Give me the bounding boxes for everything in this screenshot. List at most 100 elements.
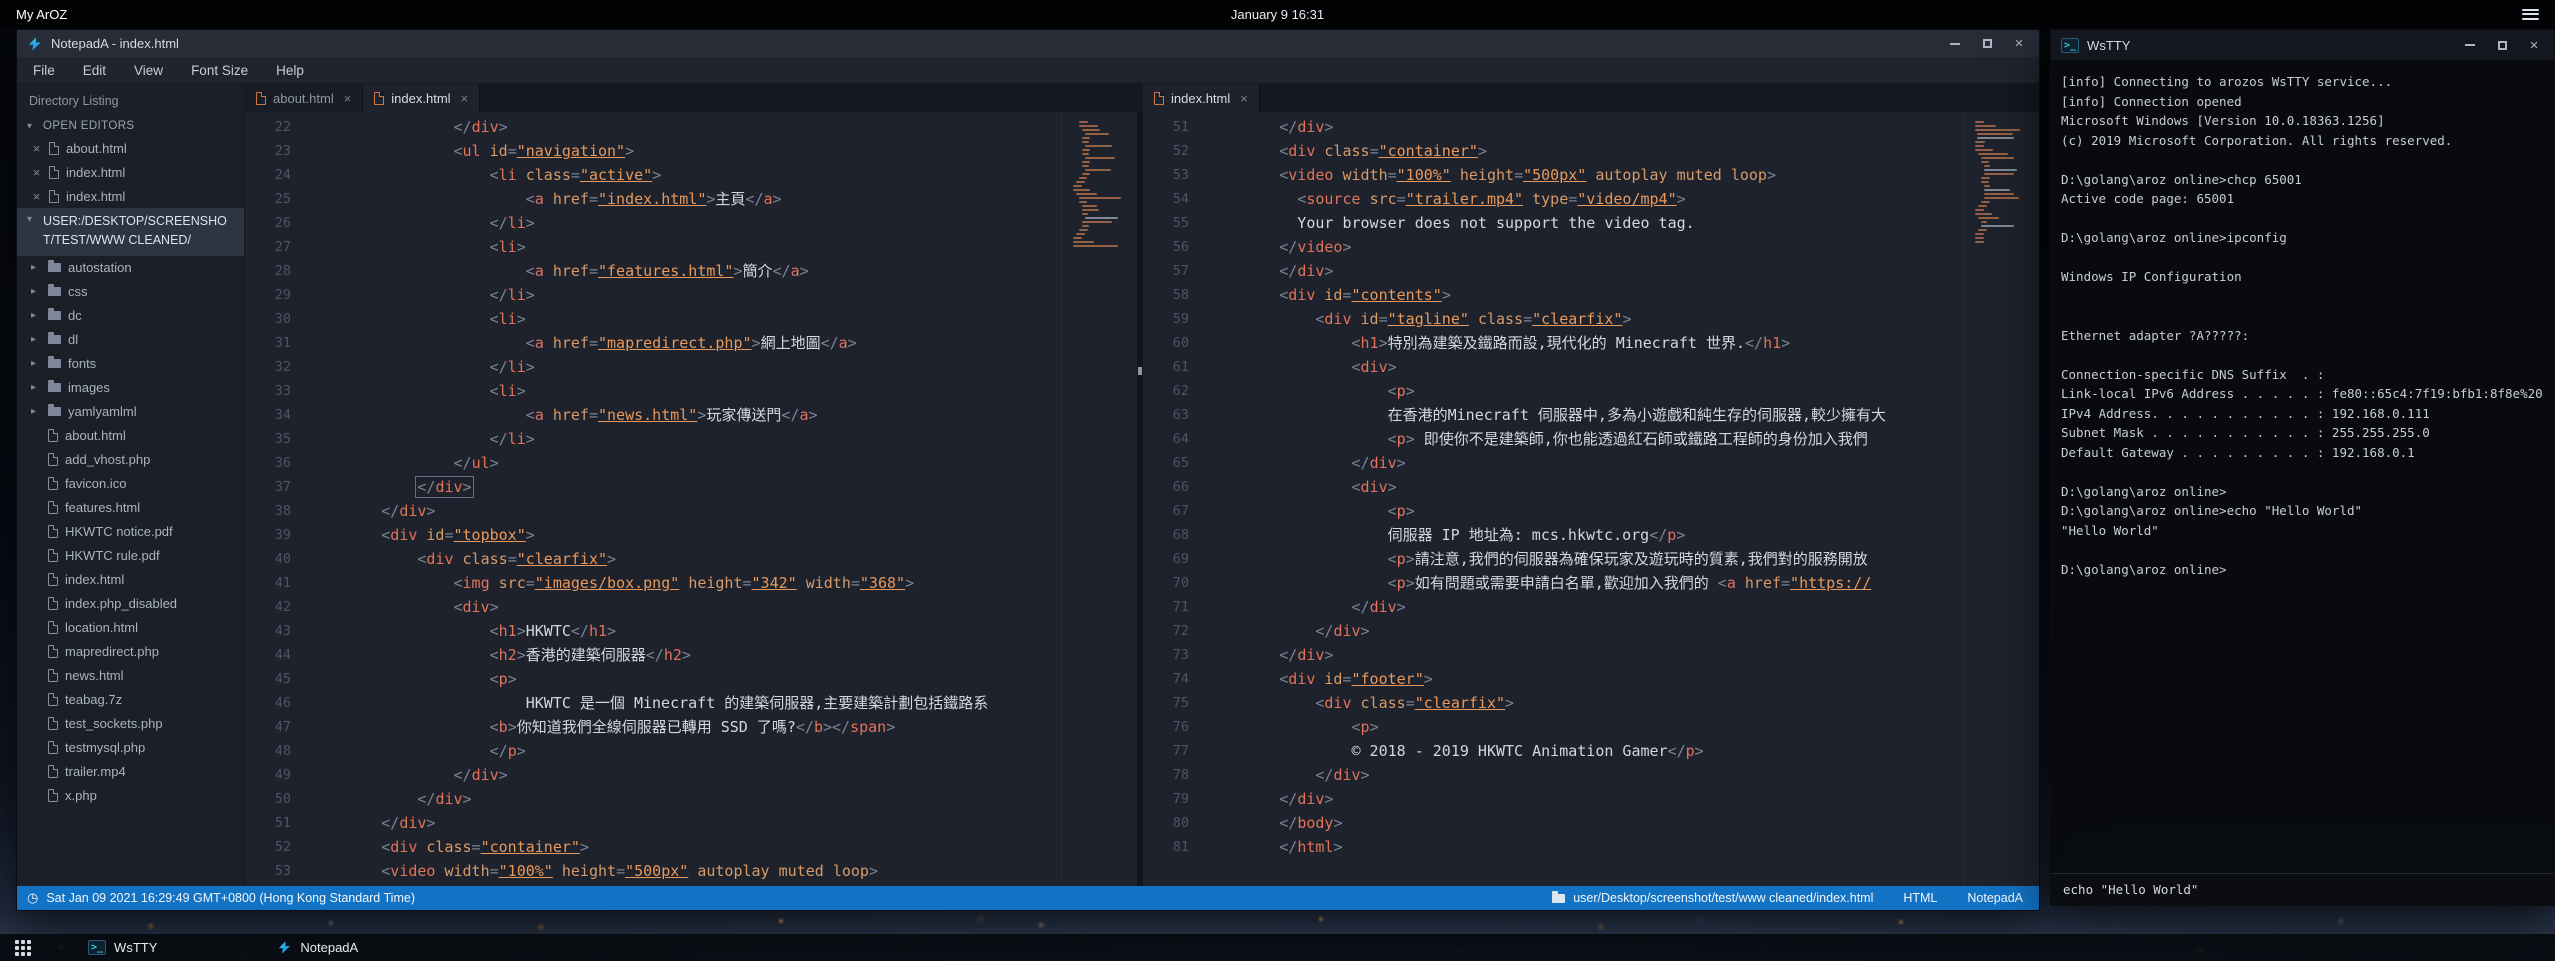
line-number[interactable]: 67 [1143,499,1207,523]
menu-font-size[interactable]: Font Size [191,63,248,78]
line-number[interactable]: 75 [1143,691,1207,715]
file-location.html[interactable]: location.html [17,616,244,640]
terminal-input[interactable]: echo "Hello World" [2051,873,2554,905]
line-number[interactable]: 80 [1143,811,1207,835]
tab-index.html[interactable]: index.html× [363,84,480,112]
code-line[interactable]: 51 </div> [1143,115,2039,139]
code-line[interactable]: 44 <h2>香港的建築伺服器</h2> [245,643,1137,667]
status-language[interactable]: HTML [1903,891,1937,905]
line-number[interactable]: 33 [245,379,309,403]
line-number[interactable]: 76 [1143,715,1207,739]
line-number[interactable]: 27 [245,235,309,259]
line-number[interactable]: 59 [1143,307,1207,331]
folder-images[interactable]: ▸images [17,376,244,400]
code-lines-1[interactable]: 51 </div>52 <div class="container">53 <v… [1143,112,2039,886]
line-number[interactable]: 54 [1143,187,1207,211]
tab-close-icon[interactable]: × [344,91,352,106]
code-line[interactable]: 71 </div> [1143,595,2039,619]
code-line[interactable]: 45 <p> [245,667,1137,691]
file-features.html[interactable]: features.html [17,496,244,520]
line-number[interactable]: 25 [245,187,309,211]
code-line[interactable]: 40 <div class="clearfix"> [245,547,1137,571]
code-line[interactable]: 23 <ul id="navigation"> [245,139,1137,163]
code-line[interactable]: 33 <li> [245,379,1137,403]
terminal-output[interactable]: [info] Connecting to arozos WsTTY servic… [2051,60,2554,873]
taskbar-item-notepada[interactable]: NotepadA [265,934,370,961]
line-number[interactable]: 51 [245,811,309,835]
taskbar-item-wstty[interactable]: >_ WsTTY [76,934,169,961]
file-news.html[interactable]: news.html [17,664,244,688]
code-line[interactable]: 68 伺服器 IP 地址為: mcs.hkwtc.org</p> [1143,523,2039,547]
line-number[interactable]: 26 [245,211,309,235]
file-HKWTC rule.pdf[interactable]: HKWTC rule.pdf [17,544,244,568]
code-line[interactable]: 79 </div> [1143,787,2039,811]
minimap-0[interactable] [1061,112,1137,886]
maximize-button[interactable] [1971,32,2003,55]
code-line[interactable]: 63 在香港的Minecraft 伺服器中,多為小遊戲和純生存的伺服器,較少擁有… [1143,403,2039,427]
line-number[interactable]: 60 [1143,331,1207,355]
line-number[interactable]: 52 [245,835,309,859]
code-line[interactable]: 56 </video> [1143,235,2039,259]
code-line[interactable]: 41 <img src="images/box.png" height="342… [245,571,1137,595]
code-line[interactable]: 35 </li> [245,427,1137,451]
line-number[interactable]: 23 [245,139,309,163]
code-line[interactable]: 60 <h1>特別為建築及鐵路而設,現代化的 Minecraft 世界.</h1… [1143,331,2039,355]
system-brand[interactable]: My ArOZ [16,7,67,22]
code-line[interactable]: 47 <b>你知道我們全線伺服器已轉用 SSD 了嗎?</b></span> [245,715,1137,739]
line-number[interactable]: 45 [245,667,309,691]
line-number[interactable]: 32 [245,355,309,379]
file-test_sockets.php[interactable]: test_sockets.php [17,712,244,736]
file-HKWTC notice.pdf[interactable]: HKWTC notice.pdf [17,520,244,544]
code-line[interactable]: 53 <video width="100%" height="500px" au… [245,859,1137,883]
open-editor-index.html[interactable]: ×index.html [17,160,244,184]
line-number[interactable]: 46 [245,691,309,715]
folder-fonts[interactable]: ▸fonts [17,352,244,376]
line-number[interactable]: 71 [1143,595,1207,619]
line-number[interactable]: 50 [245,787,309,811]
menu-file[interactable]: File [33,63,55,78]
line-number[interactable]: 64 [1143,427,1207,451]
code-line[interactable]: 32 </li> [245,355,1137,379]
code-line[interactable]: 29 </li> [245,283,1137,307]
line-number[interactable]: 31 [245,331,309,355]
folder-dc[interactable]: ▸dc [17,304,244,328]
close-file-icon[interactable]: × [31,141,42,156]
line-number[interactable]: 44 [245,643,309,667]
line-number[interactable]: 53 [1143,163,1207,187]
code-line[interactable]: 75 <div class="clearfix"> [1143,691,2039,715]
line-number[interactable]: 66 [1143,475,1207,499]
code-line[interactable]: 67 <p> [1143,499,2039,523]
code-line[interactable]: 28 <a href="features.html">簡介</a> [245,259,1137,283]
code-line[interactable]: 65 </div> [1143,451,2039,475]
line-number[interactable]: 78 [1143,763,1207,787]
folder-dl[interactable]: ▸dl [17,328,244,352]
minimap-1[interactable] [1963,112,2039,886]
code-lines-0[interactable]: 22 </div>23 <ul id="navigation">24 <li c… [245,112,1137,886]
file-favicon.ico[interactable]: favicon.ico [17,472,244,496]
menu-view[interactable]: View [134,63,163,78]
line-number[interactable]: 29 [245,283,309,307]
maximize-button[interactable] [2486,34,2518,57]
file-mapredirect.php[interactable]: mapredirect.php [17,640,244,664]
open-editor-about.html[interactable]: ×about.html [17,136,244,160]
code-line[interactable]: 66 <div> [1143,475,2039,499]
code-line[interactable]: 42 <div> [245,595,1137,619]
line-number[interactable]: 72 [1143,619,1207,643]
minimize-button[interactable] [2454,34,2486,57]
code-line[interactable]: 70 <p>如有問題或需要申請白名單,歡迎加入我們的 <a href="http… [1143,571,2039,595]
menu-help[interactable]: Help [276,63,304,78]
line-number[interactable]: 56 [1143,235,1207,259]
file-testmysql.php[interactable]: testmysql.php [17,736,244,760]
line-number[interactable]: 41 [245,571,309,595]
code-line[interactable]: 43 <h1>HKWTC</h1> [245,619,1137,643]
code-line[interactable]: 72 </div> [1143,619,2039,643]
code-line[interactable]: 48 </p> [245,739,1137,763]
code-line[interactable]: 55 Your browser does not support the vid… [1143,211,2039,235]
hamburger-menu-icon[interactable] [2522,9,2539,20]
code-line[interactable]: 46 HKWTC 是一個 Minecraft 的建築伺服器,主要建築計劃包括鐵路… [245,691,1137,715]
code-line[interactable]: 81 </html> [1143,835,2039,859]
file-x.php[interactable]: x.php [17,784,244,808]
code-line[interactable]: 73 </div> [1143,643,2039,667]
code-line[interactable]: 22 </div> [245,115,1137,139]
file-index.php_disabled[interactable]: index.php_disabled [17,592,244,616]
